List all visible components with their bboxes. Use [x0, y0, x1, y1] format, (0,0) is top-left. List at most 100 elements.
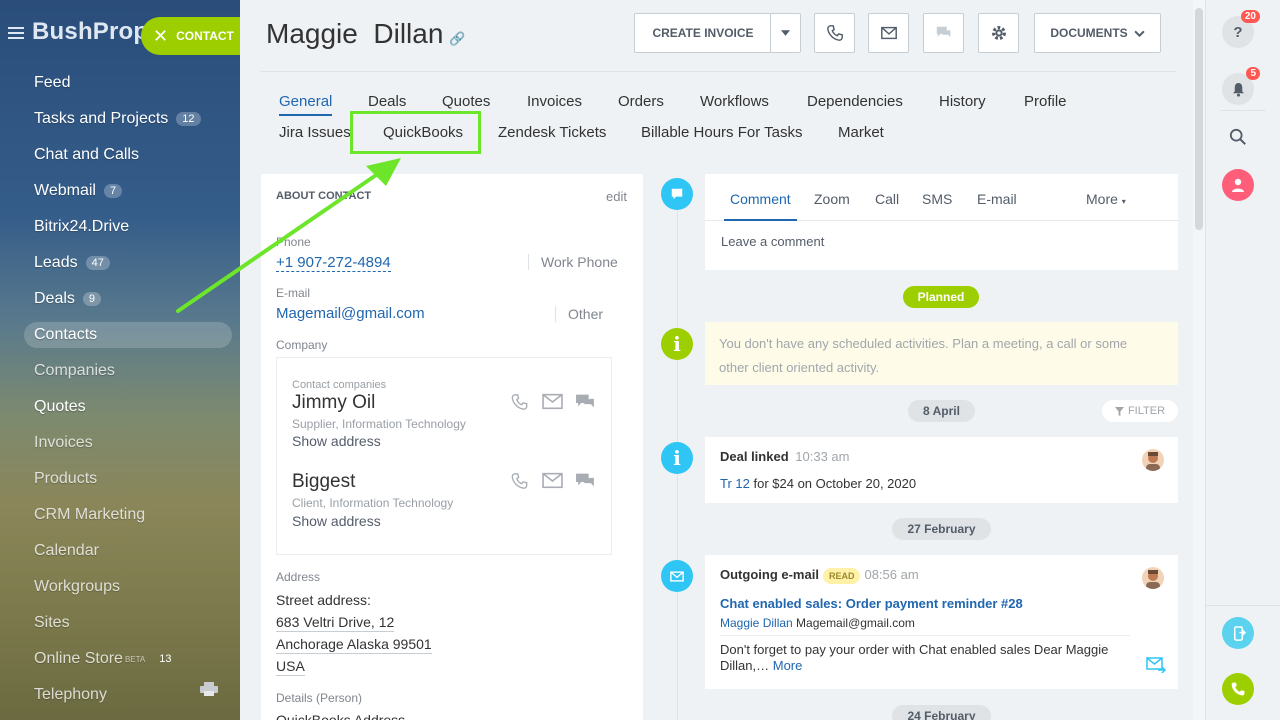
country-value: USA [276, 658, 305, 676]
tab-quotes[interactable]: Quotes [442, 93, 490, 110]
create-invoice-dropdown[interactable] [770, 13, 801, 53]
printer-icon[interactable] [200, 682, 218, 696]
sidebar-item-tasks[interactable]: Tasks and Projects 12 [34, 106, 201, 132]
documents-button[interactable]: DOCUMENTS [1034, 13, 1161, 53]
mobile-app-button[interactable] [1222, 617, 1254, 649]
sidebar-item-calendar[interactable]: Calendar [34, 538, 99, 564]
tab-history[interactable]: History [939, 93, 986, 110]
sidebar-item-leads[interactable]: Leads 47 [34, 250, 110, 276]
chevron-down-icon [781, 30, 790, 36]
more-dropdown[interactable]: More ▾ [1086, 191, 1126, 207]
deal-linked-card: Deal linked 10:33 am Tr 12 for $24 on Oc… [705, 437, 1178, 503]
company-name[interactable]: Jimmy Oil [292, 392, 375, 414]
email-time: 08:56 am [864, 567, 919, 582]
sidebar-item-crm-marketing[interactable]: CRM Marketing [34, 502, 145, 528]
edit-link[interactable]: edit [606, 189, 627, 204]
tab-email[interactable]: E-mail [977, 191, 1017, 207]
deal-link[interactable]: Tr 12 [720, 476, 750, 491]
beta-tag: BETA [124, 654, 146, 664]
show-address-link[interactable]: Show address [292, 433, 381, 449]
link-icon[interactable]: 🔗 [449, 31, 465, 46]
tab-jira-issues[interactable]: Jira Issues [279, 124, 351, 141]
brand[interactable]: BushProp [8, 18, 148, 46]
user-avatar[interactable] [1222, 169, 1254, 201]
tab-dependencies[interactable]: Dependencies [807, 93, 903, 110]
notifications-button[interactable]: 5 [1222, 67, 1260, 105]
telephony-button[interactable] [1222, 673, 1254, 705]
sidebar-item-chat[interactable]: Chat and Calls [34, 142, 139, 168]
search-button[interactable] [1222, 121, 1254, 153]
contact-close-button[interactable]: ✕ CONTACT [141, 17, 251, 55]
about-heading: ABOUT CONTACT [276, 190, 372, 202]
search-icon [1229, 128, 1246, 145]
tab-general[interactable]: General [279, 93, 333, 116]
phone-icon[interactable] [509, 393, 530, 411]
create-invoice-button[interactable]: CREATE INVOICE [634, 13, 771, 53]
tab-market[interactable]: Market [838, 124, 884, 141]
sidebar-item-products[interactable]: Products [34, 466, 97, 492]
phone-number[interactable]: +1 907-272-4894 [276, 254, 391, 272]
phone-icon [1231, 682, 1245, 696]
tab-invoices[interactable]: Invoices [527, 93, 582, 110]
sidebar-item-telephony[interactable]: Telephony [34, 682, 107, 708]
menu-icon[interactable] [8, 24, 24, 42]
email-value[interactable]: Magemail@gmail.com [276, 305, 425, 322]
email-button[interactable] [868, 13, 909, 53]
tab-deals[interactable]: Deals [368, 93, 406, 110]
sidebar-item-deals[interactable]: Deals 9 [34, 286, 102, 312]
deal-header: Deal linked 10:33 am [720, 449, 849, 464]
sidebar-item-label: Companies [34, 362, 115, 379]
comment-input[interactable]: Leave a comment [721, 234, 824, 249]
help-button[interactable]: ? 20 [1222, 10, 1260, 48]
sidebar-item-companies[interactable]: Companies [34, 358, 115, 384]
envelope-icon[interactable] [542, 393, 563, 411]
filter-button[interactable]: FILTER [1102, 400, 1178, 422]
sidebar-item-invoices[interactable]: Invoices [34, 430, 93, 456]
question-icon: ? [1233, 23, 1243, 41]
documents-label: DOCUMENTS [1050, 26, 1128, 40]
sidebar-item-workgroups[interactable]: Workgroups [34, 574, 120, 600]
info-icon: i [661, 442, 693, 474]
chat-button[interactable] [923, 13, 964, 53]
sidebar-item-feed[interactable]: Feed [34, 70, 70, 96]
deal-body: Tr 12 for $24 on October 20, 2020 [720, 476, 916, 491]
call-button[interactable] [814, 13, 855, 53]
sidebar-item-contacts[interactable]: Contacts [34, 322, 97, 348]
tab-comment[interactable]: Comment [724, 191, 797, 221]
sidebar-item-label: Feed [34, 74, 71, 91]
email-reply-icon[interactable] [1146, 657, 1166, 673]
chat-icon[interactable] [575, 472, 596, 490]
envelope-icon [880, 26, 897, 40]
phone-value[interactable]: +1 907-272-4894 [276, 254, 391, 272]
counter-badge: 13 [159, 653, 172, 665]
scrollbar-thumb[interactable] [1195, 8, 1203, 230]
tab-orders[interactable]: Orders [618, 93, 664, 110]
sidebar-item-quotes[interactable]: Quotes [34, 394, 86, 420]
deal-details: for $24 on October 20, 2020 [753, 476, 917, 491]
email-subject[interactable]: Chat enabled sales: Order payment remind… [720, 596, 1023, 611]
tab-workflows[interactable]: Workflows [700, 93, 769, 110]
tab-profile[interactable]: Profile [1024, 93, 1067, 110]
sidebar-item-label: Telephony [34, 686, 107, 703]
sidebar-item-webmail[interactable]: Webmail 7 [34, 178, 123, 204]
tab-billable-hours[interactable]: Billable Hours For Tasks [641, 124, 802, 141]
show-address-link[interactable]: Show address [292, 513, 381, 529]
sender-name[interactable]: Maggie Dillan [720, 616, 793, 630]
envelope-icon[interactable] [542, 472, 563, 490]
avatar[interactable] [1142, 567, 1164, 589]
avatar[interactable] [1142, 449, 1164, 471]
sidebar-item-sites[interactable]: Sites [34, 610, 70, 636]
tab-zendesk-tickets[interactable]: Zendesk Tickets [498, 124, 606, 141]
more-link[interactable]: More [773, 658, 803, 673]
quickbooks-highlight-box [350, 111, 481, 154]
company-name[interactable]: Biggest [292, 471, 355, 493]
sidebar-item-drive[interactable]: Bitrix24.Drive [34, 214, 129, 240]
chat-icon[interactable] [575, 393, 596, 411]
tab-call[interactable]: Call [875, 191, 899, 207]
settings-button[interactable] [978, 13, 1019, 53]
tab-zoom[interactable]: Zoom [814, 191, 850, 207]
scheduled-empty-card: You don't have any scheduled activities.… [705, 322, 1178, 385]
tab-sms[interactable]: SMS [922, 191, 952, 207]
phone-icon[interactable] [509, 472, 530, 490]
sidebar-item-online-store[interactable]: Online Store BETA 13 [34, 646, 178, 672]
